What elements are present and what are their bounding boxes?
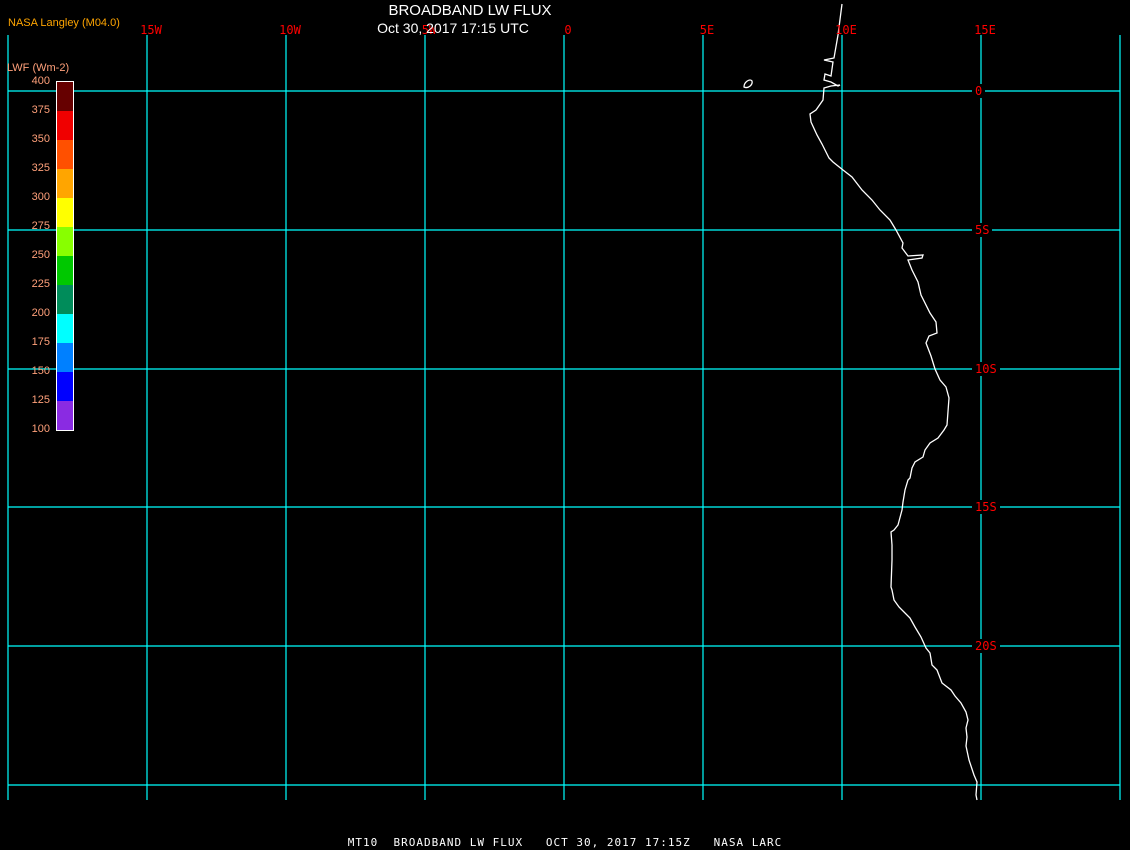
map-title: BROADBAND LW FLUX: [388, 2, 552, 19]
color-swatch: [57, 343, 73, 372]
color-bar: [56, 81, 74, 431]
latitude-label: 10S: [972, 362, 1000, 376]
color-swatch: [57, 82, 73, 111]
map-canvas: [7, 3, 1121, 801]
color-swatch: [57, 256, 73, 285]
color-swatch: [57, 198, 73, 227]
color-swatch: [57, 140, 73, 169]
color-swatch: [57, 285, 73, 314]
legend-tick: 225: [31, 278, 50, 290]
color-swatch: [57, 314, 73, 343]
legend-tick: 150: [31, 365, 50, 377]
graticule: [7, 35, 1121, 800]
legend-tick: 250: [31, 249, 50, 261]
latitude-label: 0: [972, 84, 986, 98]
latitude-label: 15S: [972, 500, 1000, 514]
legend-tick: 125: [31, 394, 50, 406]
legend-tick: 400: [31, 75, 50, 87]
color-swatch: [57, 169, 73, 198]
legend-tick: 375: [31, 104, 50, 116]
latitude-label: 5S: [972, 223, 993, 237]
legend-tick: 175: [31, 336, 50, 348]
latitude-label: 20S: [972, 639, 1000, 653]
color-swatch: [57, 227, 73, 256]
longitude-label: 15E: [974, 23, 996, 37]
legend-tick: 100: [31, 423, 50, 435]
legend-tick: 325: [31, 162, 50, 174]
footer-caption: MT10 BROADBAND LW FLUX OCT 30, 2017 17:1…: [347, 836, 783, 849]
map-timestamp: Oct 30, 2017 17:15 UTC: [377, 20, 529, 36]
legend-tick: 275: [31, 220, 50, 232]
color-swatch: [57, 111, 73, 140]
legend-tick: 300: [31, 191, 50, 203]
legend-tick: 200: [31, 307, 50, 319]
legend-title: LWF (Wm-2): [7, 62, 70, 74]
coastline: [809, 3, 978, 801]
island-outline: [743, 79, 753, 89]
color-swatch: [57, 401, 73, 430]
color-swatch: [57, 372, 73, 401]
legend-tick: 350: [31, 133, 50, 145]
